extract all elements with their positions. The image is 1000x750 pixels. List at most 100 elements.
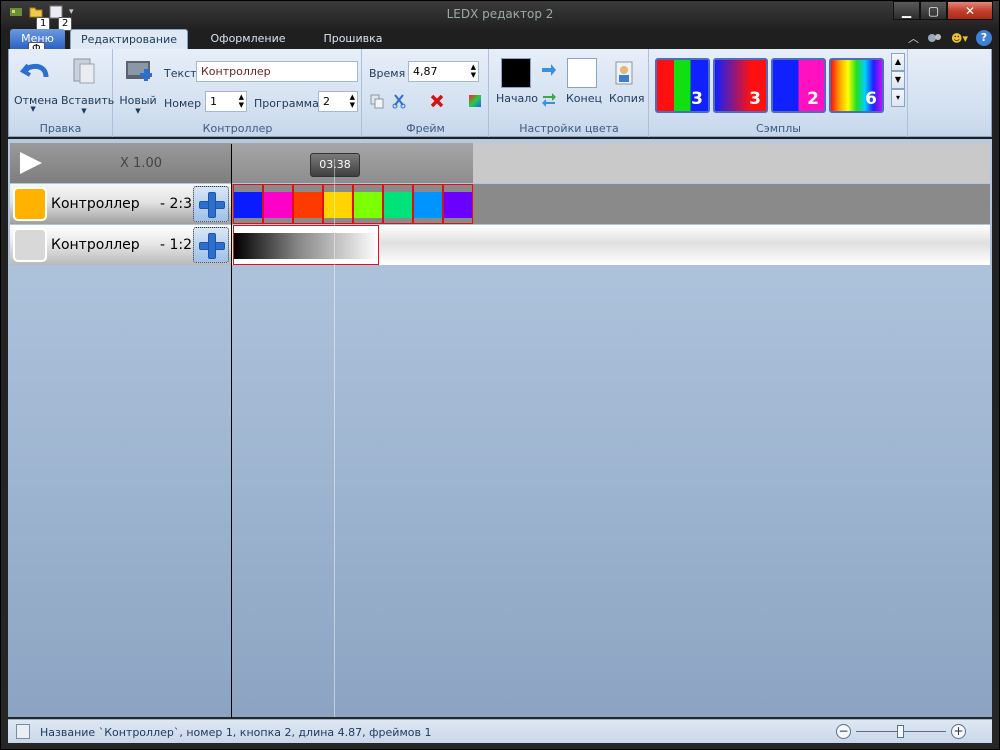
sample-2[interactable]: 3 [713,58,768,113]
paste-button[interactable]: Вставить ▼ [61,55,114,115]
frame-cell[interactable] [353,184,383,224]
swap-colors-icon[interactable] [541,91,557,107]
controller-text-field[interactable]: Контроллер [196,61,358,82]
sample-2-count: 3 [749,89,761,109]
cut-icon[interactable] [391,93,407,109]
time-spin-icon[interactable]: ▲ ▼ [471,63,476,79]
program-spin-icon[interactable]: ▲ ▼ [350,93,355,109]
track-color-swatch[interactable] [13,187,47,221]
group-edit: Отмена Вставить ▼ ▼ Правка [9,49,114,137]
status-bar: Название `Контроллер`, номер 1, кнопка 2… [8,719,992,743]
title-bar: ▾ 1 2 LEDX редактор 2 ▁ ▢ ✕ [1,1,999,31]
tools-icon[interactable] [927,31,943,45]
zoom-slider[interactable]: − + [836,724,966,740]
track-name: Контроллер [51,237,140,253]
group-samples: 3 3 2 6 Сэмплы [650,49,908,137]
gallery-more-icon[interactable]: ▾ [891,89,905,107]
track-header: Контроллер - 2:3 [10,184,231,224]
end-color-swatch[interactable] [567,58,597,88]
start-color-swatch[interactable] [501,58,531,88]
copy-frame-icon[interactable] [369,93,385,109]
track-divider [231,144,232,718]
paste-dropdown-icon: ▼ [81,107,87,115]
gradient-frame-fill [234,233,378,259]
frame-cell[interactable] [293,184,323,224]
group-controller: Новый ▼ Текст Контроллер Номер 1 ▲ ▼ Прог… [114,49,362,137]
zoom-out-icon[interactable]: − [836,724,851,739]
workspace: X 1.00 03.38 Контроллер - 2:3 Контроллер… [8,139,992,717]
track-header: Контроллер - 1:2 [10,225,231,265]
theme-icon[interactable]: ☻▾ [951,32,968,45]
new-controller-label: Новый [119,94,157,107]
sample-4[interactable]: 6 [829,58,884,113]
frame-color [384,192,412,218]
sample-1-count: 3 [691,89,703,109]
frame-cell[interactable] [323,184,353,224]
time-value: 4,87 [413,65,438,78]
undo-button[interactable]: Отмена [13,55,59,107]
zoom-in-icon[interactable]: + [951,724,966,739]
time-cursor-badge[interactable]: 03.38 [310,153,360,177]
program-stepper[interactable]: 2 ▲ ▼ [318,91,358,112]
text-label: Текст [164,67,197,80]
group-frame-label: Фрейм [406,122,445,135]
start-color-label: Начало [496,92,539,105]
copy-color-icon[interactable] [612,58,638,88]
collapse-ribbon-icon[interactable]: ︿ [908,30,919,46]
zoom-factor: X 1.00 [120,156,162,171]
track-row[interactable]: Контроллер - 2:3 [10,184,990,224]
tab-firmware[interactable]: Прошивка [308,29,398,49]
minimize-button[interactable]: ▁ [893,1,920,20]
tab-design[interactable]: Оформление [198,29,298,49]
plus-icon-vertical [208,233,216,259]
new-controller-icon [126,61,152,81]
help-icon[interactable]: ? [976,30,992,46]
sample-3[interactable]: 2 [771,58,826,113]
plus-icon-vertical [208,192,216,218]
frame-cell[interactable] [263,184,293,224]
frame-cell[interactable] [233,184,263,224]
frame-cell[interactable] [413,184,443,224]
time-cursor-line [334,159,335,717]
gallery-down-icon[interactable]: ▼ [891,71,905,89]
group-edit-label: Правка [39,122,82,135]
frame-color [294,192,322,218]
close-button[interactable]: ✕ [947,1,993,20]
group-samples-label: Сэмплы [756,122,801,135]
play-icon[interactable] [20,152,42,174]
delete-icon[interactable] [429,93,445,109]
program-value: 2 [323,95,330,108]
status-text: Название `Контроллер`, номер 1, кнопка 2… [40,726,432,739]
gallery-scroll: ▲ ▼ ▾ [891,53,905,107]
sample-3-count: 2 [807,89,819,109]
track-color-swatch[interactable] [13,228,47,262]
frame-cell[interactable] [443,184,473,224]
ribbon-tab-row: Меню Ф Редактирование Оформление Прошивк… [8,27,992,56]
new-controller-button[interactable]: Новый ▼ [117,55,159,115]
arrow-right-icon[interactable] [541,63,557,77]
undo-dropdown-icon[interactable]: ▼ [17,105,35,113]
number-value: 1 [210,95,217,108]
zoom-thumb[interactable] [897,725,904,738]
gradient-icon[interactable] [467,93,483,109]
add-frame-button[interactable] [193,227,229,263]
track-number: - 1:2 [160,237,193,253]
add-frame-button[interactable] [193,186,229,222]
time-stepper[interactable]: 4,87 ▲ ▼ [408,61,479,82]
number-spin-icon[interactable]: ▲ ▼ [239,93,244,109]
frame-color [354,192,382,218]
gradient-frame[interactable] [233,225,379,265]
sample-4-count: 6 [865,89,877,109]
track-row[interactable]: Контроллер - 1:2 [10,225,990,265]
gallery-up-icon[interactable]: ▲ [891,53,905,71]
undo-icon [19,63,49,78]
program-label: Программа [254,97,319,110]
timeline-ruler[interactable]: X 1.00 03.38 [10,143,990,183]
tab-edit[interactable]: Редактирование [70,29,188,49]
track-name: Контроллер [51,196,140,212]
sample-1[interactable]: 3 [655,58,710,113]
number-label: Номер [164,97,202,110]
maximize-button[interactable]: ▢ [920,1,947,20]
frame-cell[interactable] [383,184,413,224]
number-stepper[interactable]: 1 ▲ ▼ [205,91,247,112]
